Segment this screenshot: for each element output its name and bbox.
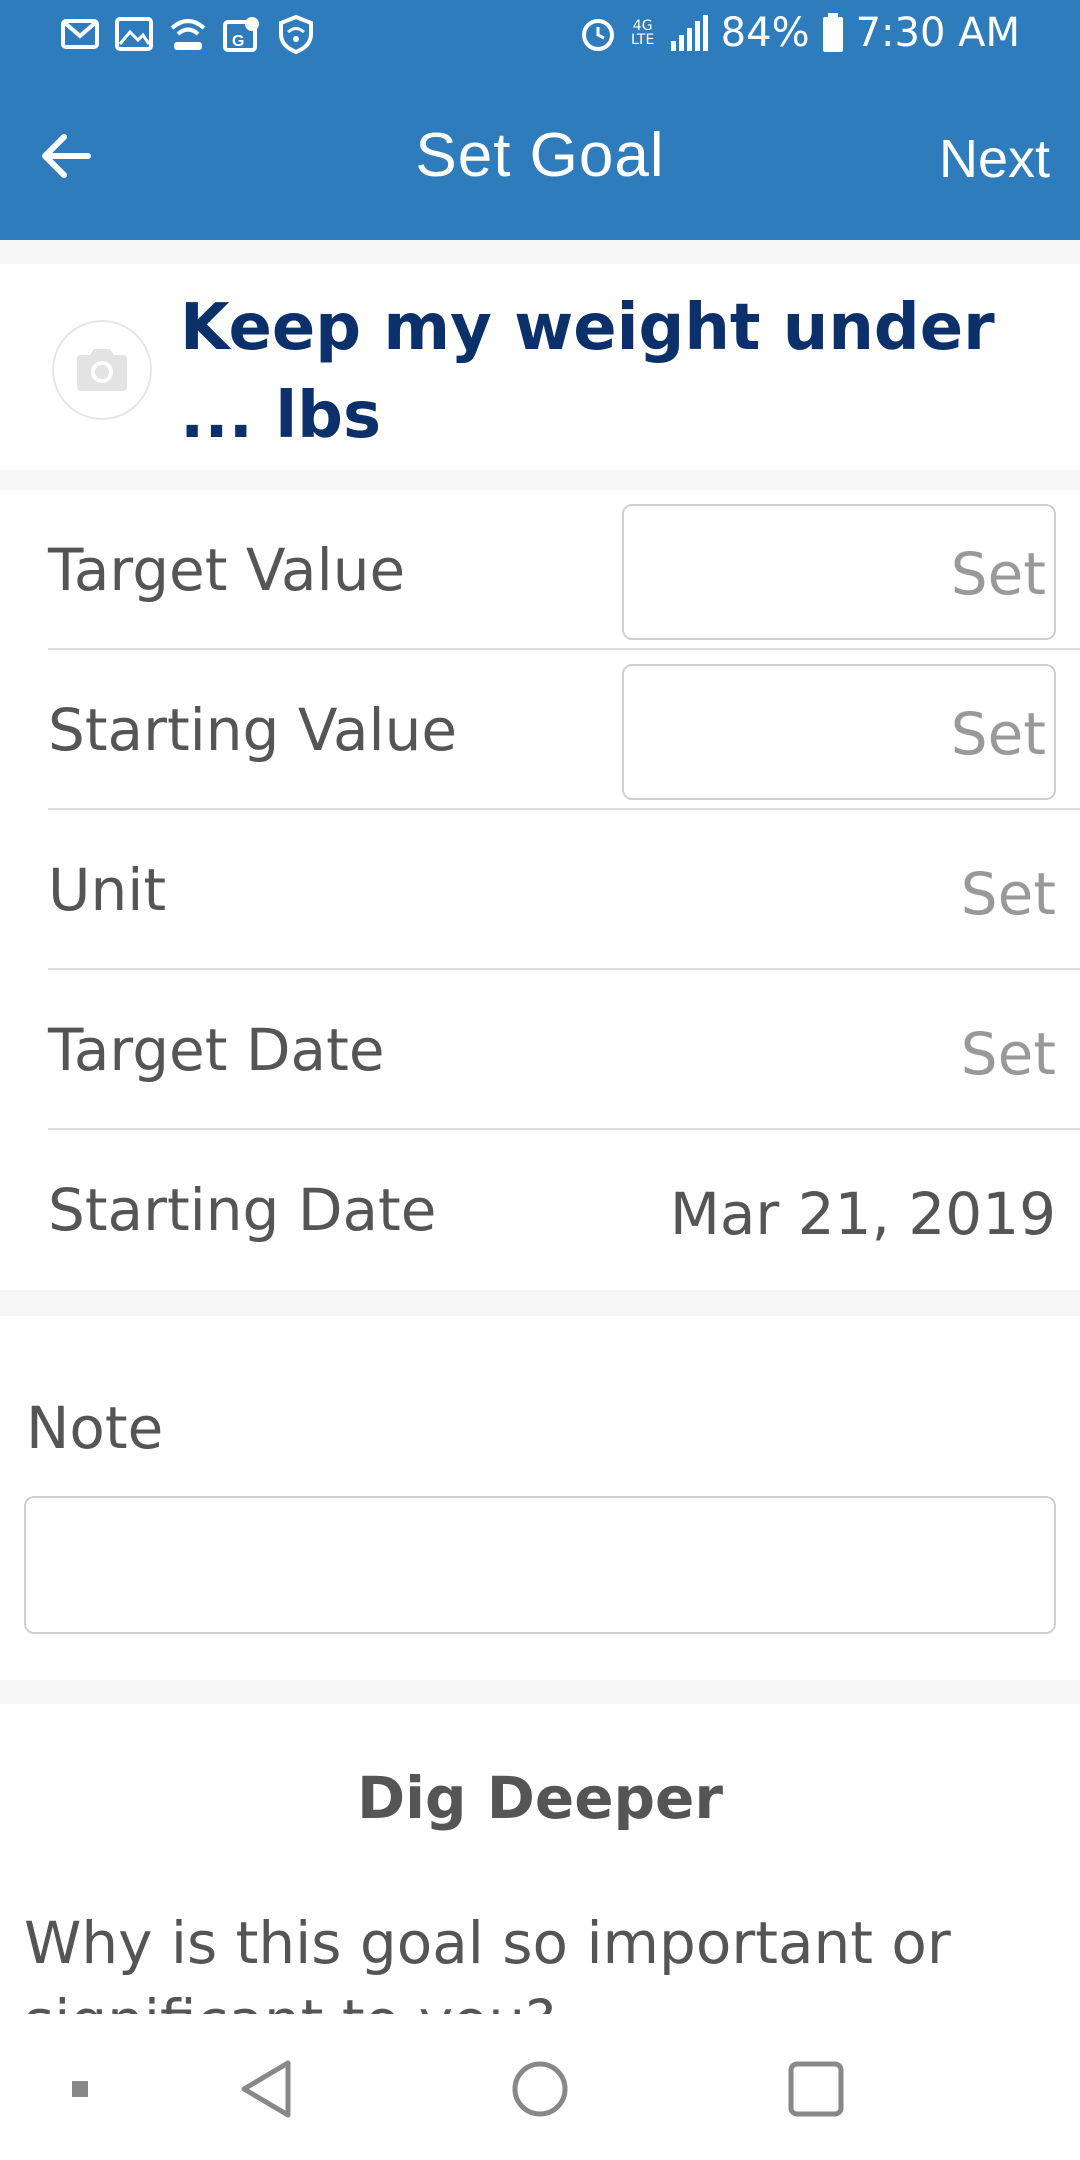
target-value-input[interactable]: Set xyxy=(622,504,1056,640)
goal-header: Keep my weight under ... lbs xyxy=(0,264,1080,470)
nav-menu-button[interactable] xyxy=(60,2054,100,2124)
add-photo-button[interactable] xyxy=(52,320,152,420)
network-type-icon: 4G LTE xyxy=(631,18,655,48)
target-date-label: Target Date xyxy=(48,1016,385,1084)
status-bar: G 4G LTE 84% 7:30 AM xyxy=(0,0,1080,72)
next-button[interactable]: Next xyxy=(939,128,1050,190)
starting-value-placeholder: Set xyxy=(950,700,1046,768)
starting-value-row: Starting Value Set xyxy=(48,650,1080,810)
alarm-icon xyxy=(579,14,617,52)
square-recents-icon xyxy=(788,2061,844,2117)
note-input[interactable] xyxy=(24,1496,1056,1634)
starting-date-value[interactable]: Mar 21, 2019 xyxy=(670,1180,1056,1248)
system-nav-bar xyxy=(0,2014,1080,2160)
signal-icon xyxy=(669,15,709,51)
camera-icon xyxy=(77,349,127,391)
app-bar: Set Goal Next xyxy=(0,72,1080,240)
target-value-label: Target Value xyxy=(48,536,406,604)
vpn-shield-icon xyxy=(276,14,316,54)
goal-form: Target Value Set Starting Value Set Unit… xyxy=(0,490,1080,1290)
gmail-icon xyxy=(60,14,100,54)
starting-date-label: Starting Date xyxy=(48,1176,437,1244)
starting-value-label: Starting Value xyxy=(48,696,458,764)
target-date-row[interactable]: Target Date Set xyxy=(48,970,1080,1130)
gallery-icon xyxy=(114,14,154,54)
target-value-row: Target Value Set xyxy=(48,490,1080,650)
target-value-placeholder: Set xyxy=(950,540,1046,608)
circle-home-icon xyxy=(512,2061,568,2117)
nav-recents-button[interactable] xyxy=(776,2054,856,2124)
page-title: Set Goal xyxy=(415,121,665,190)
unit-row[interactable]: Unit Set xyxy=(48,810,1080,970)
battery-icon xyxy=(822,13,844,53)
unit-value[interactable]: Set xyxy=(961,860,1056,928)
nav-back-button[interactable] xyxy=(226,2054,306,2124)
wifi-calling-icon xyxy=(168,14,208,54)
dig-deeper-title: Dig Deeper xyxy=(356,1764,723,1832)
unit-label: Unit xyxy=(48,856,167,924)
target-date-value[interactable]: Set xyxy=(961,1020,1056,1088)
menu-dot-icon xyxy=(72,2081,88,2097)
dig-deeper-section: Dig Deeper Why is this goal so important… xyxy=(0,1704,1080,2014)
battery-percent: 84% xyxy=(720,10,810,56)
svg-text:G: G xyxy=(232,33,244,50)
maps-icon: G xyxy=(222,14,262,54)
starting-date-row[interactable]: Starting Date Mar 21, 2019 xyxy=(48,1130,1080,1290)
starting-value-input[interactable]: Set xyxy=(622,664,1056,800)
nav-home-button[interactable] xyxy=(500,2054,580,2124)
note-section: Note xyxy=(0,1316,1080,1680)
triangle-back-icon xyxy=(241,2060,291,2118)
clock: 7:30 AM xyxy=(855,10,1020,56)
dig-deeper-question: Why is this goal so important or signifi… xyxy=(24,1909,951,2014)
goal-title[interactable]: Keep my weight under ... lbs xyxy=(180,284,1020,460)
note-label: Note xyxy=(26,1394,164,1462)
